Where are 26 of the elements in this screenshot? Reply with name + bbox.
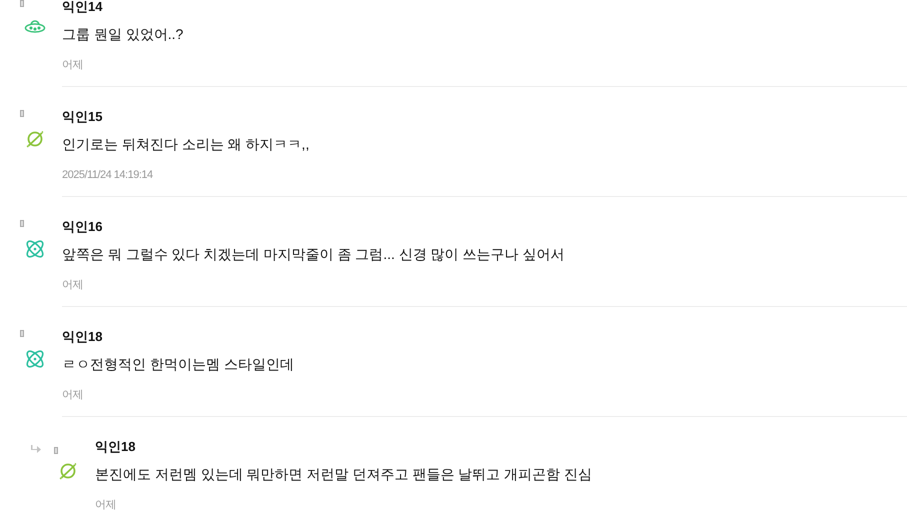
planet-icon [24, 128, 46, 150]
author-name: 익인15 [62, 108, 102, 126]
marker-icon [20, 220, 24, 227]
timestamp: 2025/11/24 14:19:14 [62, 168, 153, 183]
ufo-icon [24, 18, 46, 34]
atom-icon [24, 348, 46, 370]
timestamp: 어제 [95, 498, 116, 513]
author-name: 익인14 [62, 0, 102, 16]
timestamp: 어제 [62, 58, 83, 73]
author-name: 익인18 [95, 438, 136, 456]
planet-icon [57, 460, 79, 482]
marker-icon [20, 330, 24, 337]
comment-text: 인기로는 뒤쳐진다 소리는 왜 하지ㅋㅋ,, [62, 135, 310, 154]
author-name: 익인16 [62, 218, 102, 236]
atom-icon [24, 238, 46, 260]
marker-icon [54, 447, 58, 454]
timestamp: 어제 [62, 388, 83, 403]
reply-arrow-icon [30, 445, 41, 454]
comment-text: 앞쪽은 뭐 그럴수 있다 치겠는데 마지막줄이 좀 그럼... 신경 많이 쓰는구나 싶어서 [62, 245, 564, 264]
timestamp: 어제 [62, 278, 83, 293]
marker-icon [20, 0, 24, 7]
comment-text: 그룹 뭔일 있었어..? [62, 25, 184, 44]
author-name: 익인18 [62, 328, 102, 346]
marker-icon [20, 110, 24, 117]
comment-text: 본진에도 저런멤 있는데 뭐만하면 저런말 던져주고 팬들은 날뛰고 개피곤함 진심 [95, 465, 592, 484]
comment-text: ㄹㅇ전형적인 한먹이는멤 스타일인데 [62, 355, 294, 374]
